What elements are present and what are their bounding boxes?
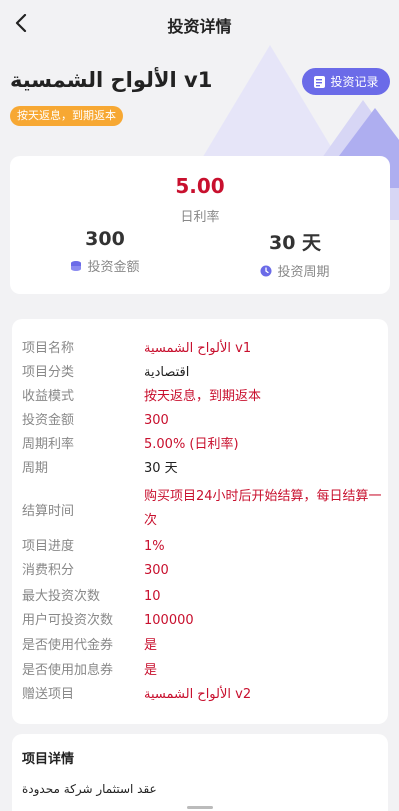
detail-value: الألواح الشمسية v2 [144, 687, 252, 702]
clock-icon [260, 265, 272, 276]
detail-row-category: 项目分类 اقتصادية [22, 361, 384, 385]
detail-key: 消费积分 [22, 563, 75, 578]
document-icon [314, 75, 326, 88]
detail-key: 周期利率 [22, 437, 75, 452]
investment-records-button[interactable]: 投资记录 [302, 68, 390, 95]
detail-value: 300 [144, 413, 169, 428]
profit-mode-badge: 按天返息，到期返本 [10, 106, 123, 126]
detail-key: 项目进度 [22, 539, 75, 554]
detail-key: 是否使用代金券 [22, 638, 114, 653]
coins-icon [71, 260, 82, 271]
detail-key: 项目名称 [22, 341, 75, 356]
summary-card: 5.00 日利率 300 投资金额 30 天 投资周期 [10, 156, 390, 294]
detail-key: 项目分类 [22, 365, 75, 380]
detail-value: 300 [144, 563, 169, 578]
detail-value: اقتصادية [144, 365, 190, 380]
detail-row-profit-mode: 收益模式 按天返息，到期返本 [22, 385, 384, 409]
period-label: 投资周期 [277, 265, 330, 280]
daily-rate-value: 5.00 [175, 174, 225, 198]
detail-key: 是否使用加息券 [22, 663, 114, 678]
detail-value: 是 [144, 663, 158, 678]
detail-value: 30 天 [144, 461, 178, 476]
detail-row-period: 周期 30 天 [22, 457, 384, 481]
daily-rate-label: 日利率 [180, 210, 220, 225]
detail-row-voucher: 是否使用代金券 是 [22, 634, 384, 658]
detail-value: 100000 [144, 613, 194, 628]
detail-key: 周期 [22, 461, 49, 476]
detail-row-user-times: 用户可投资次数 100000 [22, 609, 384, 633]
detail-row-max-times: 最大投资次数 10 [22, 585, 384, 609]
detail-value: 购买项目24小时后开始结算，每日结算一次 [144, 489, 382, 528]
detail-row-rate: 周期利率 5.00% (日利率) [22, 433, 384, 457]
project-name: الألواح الشمسية v1 [10, 68, 213, 92]
detail-key: 投资金额 [22, 413, 75, 428]
detail-value: الألواح الشمسية v1 [144, 341, 252, 356]
amount-value: 300 [85, 228, 125, 250]
detail-key: 收益模式 [22, 389, 75, 404]
description-title: 项目详情 [22, 752, 75, 767]
detail-row-project-name: 项目名称 الألواح الشمسية v1 [22, 337, 384, 361]
detail-key: 结算时间 [22, 503, 75, 519]
detail-value: 是 [144, 638, 158, 653]
detail-row-points: 消费积分 300 [22, 559, 384, 583]
records-button-label: 投资记录 [330, 75, 379, 89]
period-value: 30 天 [268, 232, 322, 254]
detail-row-progress: 项目进度 1% [22, 535, 384, 559]
project-description-card: 项目详情 عقد استثمار شركة محدودة [12, 734, 388, 811]
detail-key: 最大投资次数 [22, 589, 101, 604]
detail-row-rate-coupon: 是否使用加息券 是 [22, 659, 384, 683]
detail-row-amount: 投资金额 300 [22, 409, 384, 433]
detail-row-gift: 赠送项目 الألواح الشمسية v2 [22, 683, 384, 707]
amount-stat: 300 投资金额 [10, 228, 200, 275]
detail-value: 10 [144, 589, 161, 604]
project-details-card: 项目名称 الألواح الشمسية v1 项目分类 اقتصادية 收益… [12, 319, 388, 724]
top-bar: 投资详情 [0, 0, 399, 46]
page-title: 投资详情 [167, 17, 232, 36]
detail-value: 1% [144, 539, 165, 554]
home-indicator [187, 806, 213, 809]
amount-label: 投资金额 [87, 260, 140, 275]
detail-value: 5.00% (日利率) [144, 437, 239, 452]
detail-value: 按天返息，到期返本 [144, 389, 262, 404]
detail-key: 赠送项目 [22, 687, 75, 702]
description-text: عقد استثمار شركة محدودة [22, 782, 157, 796]
period-stat: 30 天 投资周期 [200, 228, 390, 280]
detail-row-settlement: 结算时间 购买项目24小时后开始结算，每日结算一次 [22, 485, 384, 533]
detail-key: 用户可投资次数 [22, 613, 114, 628]
